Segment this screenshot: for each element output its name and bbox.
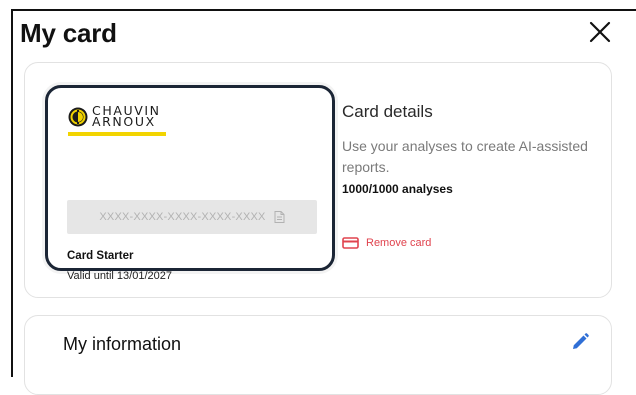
card-details-title: Card details bbox=[342, 102, 433, 121]
card-validity: Valid until 13/01/2027 bbox=[67, 270, 172, 282]
pencil-icon bbox=[573, 333, 589, 349]
my-information-title: My information bbox=[63, 334, 182, 354]
card-plan-name: Card Starter bbox=[67, 250, 134, 262]
card-details-description: Use your analyses to create AI-assisted … bbox=[342, 138, 588, 175]
close-icon bbox=[589, 21, 611, 43]
remove-card-label: Remove card bbox=[366, 237, 432, 249]
membership-card: CHAUVIN ARNOUX XXXX-XXXX-XXXX-XXXX-XXXX … bbox=[45, 85, 335, 282]
card-number-field[interactable]: XXXX-XXXX-XXXX-XXXX-XXXX bbox=[67, 200, 317, 234]
brand-logo: CHAUVIN ARNOUX bbox=[68, 104, 188, 140]
card-section: CHAUVIN ARNOUX XXXX-XXXX-XXXX-XXXX-XXXX … bbox=[24, 62, 612, 298]
brand-name-line2: ARNOUX bbox=[92, 114, 156, 129]
my-information-section: My information bbox=[24, 315, 612, 395]
remove-card-button[interactable]: Remove card bbox=[342, 237, 431, 249]
edit-information-button[interactable] bbox=[570, 332, 590, 352]
card-number: XXXX-XXXX-XXXX-XXXX-XXXX bbox=[99, 211, 266, 223]
copy-icon[interactable] bbox=[274, 211, 285, 223]
close-button[interactable] bbox=[586, 18, 614, 46]
analyses-count: 1000/1000 analyses bbox=[342, 182, 453, 196]
brand-mark-icon bbox=[68, 107, 88, 127]
modal-title: My card bbox=[20, 18, 117, 48]
card-remove-icon bbox=[342, 237, 359, 249]
brand-accent-bar bbox=[68, 132, 166, 136]
